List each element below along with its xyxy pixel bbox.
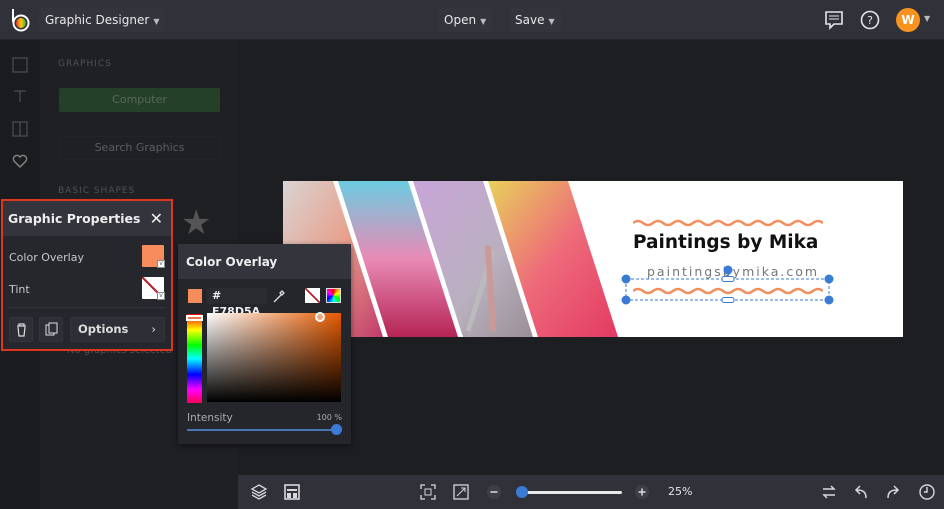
help-icon[interactable]: ?: [859, 9, 881, 31]
image-icon[interactable]: [11, 56, 29, 74]
redo-icon[interactable]: [884, 483, 902, 501]
history-icon[interactable]: [918, 483, 936, 501]
chevron-down-icon: ▼: [548, 17, 555, 26]
swap-icon[interactable]: [820, 483, 838, 501]
layout-icon[interactable]: [11, 120, 29, 138]
fit-to-screen-icon[interactable]: [419, 483, 437, 501]
zoom-in-icon[interactable]: [633, 483, 651, 501]
heart-icon[interactable]: [11, 152, 29, 170]
actual-size-icon[interactable]: [452, 483, 470, 501]
text-icon[interactable]: [11, 87, 29, 105]
computer-button[interactable]: Computer: [59, 88, 220, 112]
tint-swatch[interactable]: v: [142, 277, 165, 300]
chevron-down-icon: v: [157, 292, 165, 300]
svg-text:?: ?: [867, 14, 873, 27]
duplicate-icon: [45, 322, 58, 336]
intensity-slider-thumb[interactable]: [331, 424, 342, 435]
app-menu-button[interactable]: Graphic Designer ▼: [39, 8, 166, 32]
zoom-slider-thumb[interactable]: [516, 486, 528, 498]
color-picker-thumb[interactable]: [315, 312, 325, 322]
intensity-label: Intensity: [187, 412, 233, 424]
save-label: Save: [515, 13, 545, 27]
selection-handles[interactable]: [283, 181, 903, 337]
hue-slider[interactable]: [186, 314, 203, 403]
intensity-slider[interactable]: [187, 424, 342, 435]
open-label: Open: [444, 13, 477, 27]
banner-design[interactable]: Paintings by Mika paintingsbymika.com: [283, 181, 903, 337]
zoom-value: 25%: [668, 485, 693, 498]
template-icon[interactable]: [283, 483, 301, 501]
hex-input[interactable]: # F78D5A: [207, 288, 267, 318]
bottom-toolbar: 25%: [238, 475, 944, 509]
chevron-down-icon: v: [157, 260, 165, 268]
no-color-button[interactable]: [305, 288, 320, 303]
chevron-down-icon: ▼: [153, 17, 160, 26]
section-basic-shapes-heading: BASIC SHAPES: [58, 186, 136, 196]
befunky-logo-icon[interactable]: [10, 8, 32, 32]
duplicate-button[interactable]: [39, 317, 63, 342]
hue-slider-thumb[interactable]: [186, 315, 203, 321]
chevron-down-icon[interactable]: ▼: [924, 14, 930, 23]
app-menu-label: Graphic Designer: [45, 13, 150, 27]
eyedropper-icon[interactable]: [271, 288, 287, 304]
divider: [9, 307, 165, 308]
chevron-down-icon: ▼: [480, 17, 487, 26]
options-label: Options: [78, 322, 129, 336]
tint-label: Tint: [9, 283, 30, 296]
color-overlay-popover: Color Overlay # F78D5A Intensity 100 %: [178, 244, 351, 444]
zoom-slider[interactable]: [516, 486, 622, 498]
current-color-swatch: [188, 289, 202, 303]
close-icon[interactable]: ✕: [150, 201, 163, 236]
color-overlay-title: Color Overlay: [178, 244, 351, 279]
intensity-value: 100 %: [316, 413, 342, 422]
graphic-properties-panel: Graphic Properties ✕ Color Overlay v Tint…: [1, 199, 173, 351]
trash-icon: [17, 323, 26, 337]
undo-icon[interactable]: [852, 483, 870, 501]
graphic-properties-header: Graphic Properties ✕: [3, 201, 171, 236]
open-button[interactable]: Open ▼: [438, 8, 493, 32]
saturation-value-picker[interactable]: [207, 312, 341, 402]
section-graphics-heading: GRAPHICS: [58, 59, 112, 69]
options-button[interactable]: Options ›: [70, 317, 165, 342]
color-wheel-button[interactable]: [326, 288, 341, 303]
graphic-properties-title: Graphic Properties: [8, 211, 141, 226]
top-bar: Graphic Designer ▼ Open ▼ Save ▼ ? W ▼: [0, 0, 944, 40]
save-button[interactable]: Save ▼: [509, 8, 561, 32]
color-overlay-swatch[interactable]: v: [142, 245, 165, 268]
color-overlay-label: Color Overlay: [9, 251, 84, 264]
user-avatar[interactable]: W: [896, 8, 920, 32]
zoom-out-icon[interactable]: [485, 483, 503, 501]
layers-icon[interactable]: [250, 483, 268, 501]
search-graphics-button[interactable]: Search Graphics: [59, 136, 220, 160]
delete-button[interactable]: [9, 317, 33, 342]
chevron-right-icon: ›: [151, 322, 156, 336]
star-shape-icon[interactable]: ★: [181, 203, 211, 243]
comment-icon[interactable]: [823, 9, 845, 31]
